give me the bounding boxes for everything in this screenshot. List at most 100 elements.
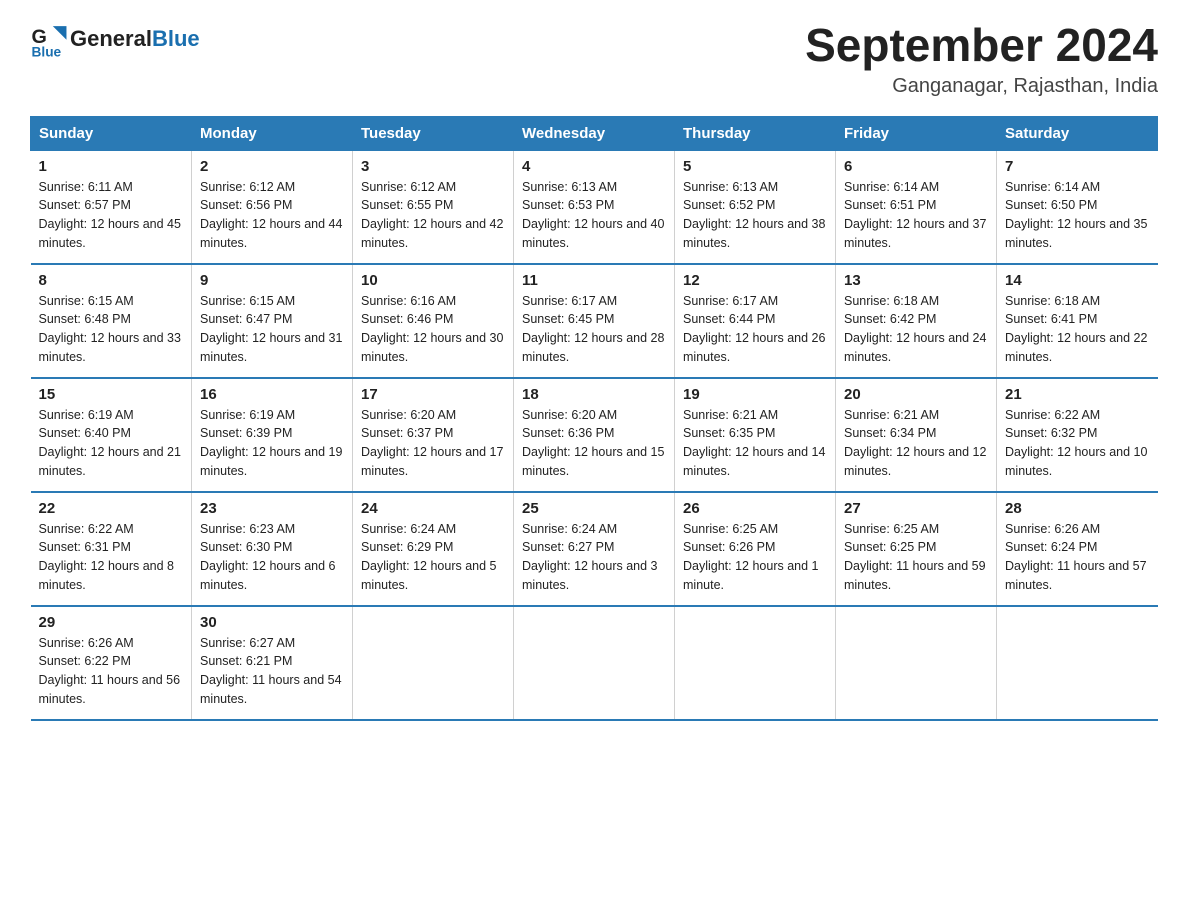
calendar-cell: 12 Sunrise: 6:17 AM Sunset: 6:44 PM Dayl… (675, 264, 836, 378)
day-number: 28 (1005, 500, 1150, 517)
day-info: Sunrise: 6:17 AM Sunset: 6:45 PM Dayligh… (522, 292, 666, 367)
calendar-cell: 11 Sunrise: 6:17 AM Sunset: 6:45 PM Dayl… (514, 264, 675, 378)
calendar-cell: 17 Sunrise: 6:20 AM Sunset: 6:37 PM Dayl… (353, 378, 514, 492)
day-info: Sunrise: 6:18 AM Sunset: 6:41 PM Dayligh… (1005, 292, 1150, 367)
sunset: Sunset: 6:32 PM (1005, 426, 1097, 440)
day-info: Sunrise: 6:20 AM Sunset: 6:37 PM Dayligh… (361, 406, 505, 481)
col-thursday: Thursday (675, 116, 836, 150)
calendar-cell: 16 Sunrise: 6:19 AM Sunset: 6:39 PM Dayl… (192, 378, 353, 492)
col-sunday: Sunday (31, 116, 192, 150)
day-info: Sunrise: 6:21 AM Sunset: 6:34 PM Dayligh… (844, 406, 988, 481)
sunset: Sunset: 6:25 PM (844, 540, 936, 554)
sunset: Sunset: 6:40 PM (39, 426, 131, 440)
title-block: September 2024 Ganganagar, Rajasthan, In… (805, 20, 1158, 98)
sunrise: Sunrise: 6:19 AM (200, 408, 295, 422)
logo-blue: Blue (152, 26, 200, 51)
sunset: Sunset: 6:52 PM (683, 198, 775, 212)
sunset: Sunset: 6:55 PM (361, 198, 453, 212)
day-info: Sunrise: 6:14 AM Sunset: 6:50 PM Dayligh… (1005, 178, 1150, 253)
daylight: Daylight: 12 hours and 33 minutes. (39, 331, 181, 364)
calendar-week-row: 8 Sunrise: 6:15 AM Sunset: 6:48 PM Dayli… (31, 264, 1158, 378)
day-info: Sunrise: 6:26 AM Sunset: 6:22 PM Dayligh… (39, 634, 184, 709)
day-number: 15 (39, 386, 184, 403)
sunrise: Sunrise: 6:14 AM (1005, 180, 1100, 194)
logo-icon: G Blue (30, 20, 68, 58)
daylight: Daylight: 12 hours and 8 minutes. (39, 559, 175, 592)
calendar-cell (675, 606, 836, 720)
sunrise: Sunrise: 6:18 AM (1005, 294, 1100, 308)
day-number: 8 (39, 272, 184, 289)
sunrise: Sunrise: 6:21 AM (683, 408, 778, 422)
sunrise: Sunrise: 6:12 AM (200, 180, 295, 194)
day-info: Sunrise: 6:27 AM Sunset: 6:21 PM Dayligh… (200, 634, 344, 709)
daylight: Daylight: 12 hours and 28 minutes. (522, 331, 664, 364)
calendar-cell: 7 Sunrise: 6:14 AM Sunset: 6:50 PM Dayli… (997, 150, 1158, 264)
daylight: Daylight: 12 hours and 26 minutes. (683, 331, 825, 364)
day-number: 13 (844, 272, 988, 289)
col-friday: Friday (836, 116, 997, 150)
logo: G Blue GeneralBlue (30, 20, 200, 58)
sunrise: Sunrise: 6:22 AM (39, 522, 134, 536)
day-number: 18 (522, 386, 666, 403)
day-info: Sunrise: 6:21 AM Sunset: 6:35 PM Dayligh… (683, 406, 827, 481)
sunset: Sunset: 6:57 PM (39, 198, 131, 212)
daylight: Daylight: 12 hours and 17 minutes. (361, 445, 503, 478)
calendar-cell: 23 Sunrise: 6:23 AM Sunset: 6:30 PM Dayl… (192, 492, 353, 606)
sunset: Sunset: 6:31 PM (39, 540, 131, 554)
sunset: Sunset: 6:47 PM (200, 312, 292, 326)
day-info: Sunrise: 6:15 AM Sunset: 6:47 PM Dayligh… (200, 292, 344, 367)
sunset: Sunset: 6:48 PM (39, 312, 131, 326)
calendar-cell: 18 Sunrise: 6:20 AM Sunset: 6:36 PM Dayl… (514, 378, 675, 492)
calendar-cell: 26 Sunrise: 6:25 AM Sunset: 6:26 PM Dayl… (675, 492, 836, 606)
col-saturday: Saturday (997, 116, 1158, 150)
sunset: Sunset: 6:42 PM (844, 312, 936, 326)
day-info: Sunrise: 6:26 AM Sunset: 6:24 PM Dayligh… (1005, 520, 1150, 595)
daylight: Daylight: 12 hours and 45 minutes. (39, 217, 181, 250)
calendar-cell: 5 Sunrise: 6:13 AM Sunset: 6:52 PM Dayli… (675, 150, 836, 264)
day-number: 24 (361, 500, 505, 517)
daylight: Daylight: 12 hours and 22 minutes. (1005, 331, 1147, 364)
sunset: Sunset: 6:21 PM (200, 654, 292, 668)
day-info: Sunrise: 6:13 AM Sunset: 6:52 PM Dayligh… (683, 178, 827, 253)
sunset: Sunset: 6:56 PM (200, 198, 292, 212)
sunset: Sunset: 6:51 PM (844, 198, 936, 212)
daylight: Daylight: 12 hours and 30 minutes. (361, 331, 503, 364)
day-info: Sunrise: 6:22 AM Sunset: 6:31 PM Dayligh… (39, 520, 184, 595)
sunset: Sunset: 6:27 PM (522, 540, 614, 554)
day-number: 12 (683, 272, 827, 289)
day-number: 19 (683, 386, 827, 403)
day-info: Sunrise: 6:25 AM Sunset: 6:25 PM Dayligh… (844, 520, 988, 595)
daylight: Daylight: 12 hours and 14 minutes. (683, 445, 825, 478)
sunrise: Sunrise: 6:13 AM (683, 180, 778, 194)
col-tuesday: Tuesday (353, 116, 514, 150)
logo-text: GeneralBlue (70, 26, 200, 52)
calendar-cell (353, 606, 514, 720)
daylight: Daylight: 12 hours and 40 minutes. (522, 217, 664, 250)
sunrise: Sunrise: 6:25 AM (844, 522, 939, 536)
daylight: Daylight: 12 hours and 35 minutes. (1005, 217, 1147, 250)
day-info: Sunrise: 6:16 AM Sunset: 6:46 PM Dayligh… (361, 292, 505, 367)
sunset: Sunset: 6:41 PM (1005, 312, 1097, 326)
day-info: Sunrise: 6:11 AM Sunset: 6:57 PM Dayligh… (39, 178, 184, 253)
calendar-week-row: 29 Sunrise: 6:26 AM Sunset: 6:22 PM Dayl… (31, 606, 1158, 720)
day-number: 26 (683, 500, 827, 517)
daylight: Daylight: 12 hours and 6 minutes. (200, 559, 336, 592)
day-number: 1 (39, 158, 184, 175)
calendar-cell: 20 Sunrise: 6:21 AM Sunset: 6:34 PM Dayl… (836, 378, 997, 492)
day-number: 23 (200, 500, 344, 517)
sunrise: Sunrise: 6:18 AM (844, 294, 939, 308)
sunset: Sunset: 6:30 PM (200, 540, 292, 554)
sunset: Sunset: 6:50 PM (1005, 198, 1097, 212)
sunrise: Sunrise: 6:11 AM (39, 180, 133, 194)
day-number: 14 (1005, 272, 1150, 289)
day-info: Sunrise: 6:24 AM Sunset: 6:27 PM Dayligh… (522, 520, 666, 595)
calendar-cell: 2 Sunrise: 6:12 AM Sunset: 6:56 PM Dayli… (192, 150, 353, 264)
calendar-week-row: 1 Sunrise: 6:11 AM Sunset: 6:57 PM Dayli… (31, 150, 1158, 264)
calendar-cell: 13 Sunrise: 6:18 AM Sunset: 6:42 PM Dayl… (836, 264, 997, 378)
calendar-cell: 21 Sunrise: 6:22 AM Sunset: 6:32 PM Dayl… (997, 378, 1158, 492)
day-info: Sunrise: 6:24 AM Sunset: 6:29 PM Dayligh… (361, 520, 505, 595)
sunrise: Sunrise: 6:20 AM (522, 408, 617, 422)
day-number: 4 (522, 158, 666, 175)
sunset: Sunset: 6:26 PM (683, 540, 775, 554)
day-number: 25 (522, 500, 666, 517)
